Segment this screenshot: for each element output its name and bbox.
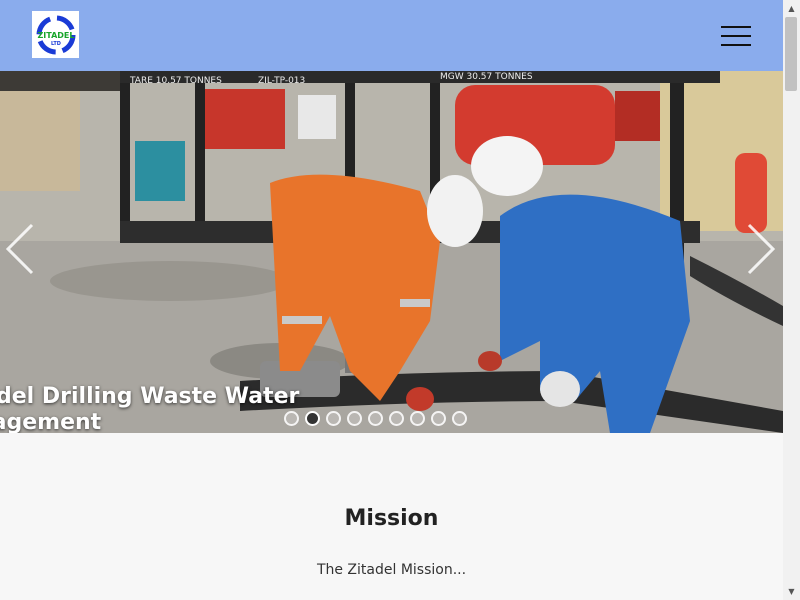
hamburger-menu-button[interactable] [716,22,756,50]
slider-dot[interactable] [305,411,320,426]
slider-dot[interactable] [284,411,299,426]
slider-next-button[interactable] [743,221,779,277]
chevron-right-icon [747,223,776,275]
slider-dot[interactable] [389,411,404,426]
logo-text: ZITADEL [37,31,74,40]
slider-dot[interactable] [347,411,362,426]
scrollbar-thumb[interactable] [785,17,797,91]
hero-slider: TARE 10.57 TONNES ZIL-TP-013 MGW 30.57 T… [0,71,783,433]
hamburger-menu-icon [721,26,751,28]
mission-heading: Mission [344,506,439,531]
page-scrollbar[interactable]: ▲ ▼ [783,0,800,600]
scroll-down-arrow-icon[interactable]: ▼ [783,583,800,600]
slider-pagination [284,411,467,431]
scroll-up-arrow-icon[interactable]: ▲ [783,0,800,17]
slider-dot[interactable] [410,411,425,426]
sign-mid: ZIL-TP-013 [258,76,305,86]
slider-dot[interactable] [326,411,341,426]
mission-text: The Zitadel Mission... [316,562,467,578]
sign-left: TARE 10.57 TONNES [129,76,222,86]
sign-right: MGW 30.57 TONNES [440,72,533,82]
slide-image: TARE 10.57 TONNES ZIL-TP-013 MGW 30.57 T… [0,71,783,433]
slider-prev-button[interactable] [2,221,38,277]
hamburger-line [721,35,751,37]
slider-dot[interactable] [431,411,446,426]
hamburger-line [721,44,751,46]
slider-dot[interactable] [452,411,467,426]
chevron-left-icon [5,223,34,275]
zitadel-logo-icon: ZITADEL LTD [36,15,75,54]
site-logo[interactable]: ZITADEL LTD [32,11,79,58]
svg-text:LTD: LTD [51,41,61,47]
slide-caption-line1: del Drilling Waste Water [0,384,300,409]
slider-dot[interactable] [368,411,383,426]
site-header: ZITADEL LTD [0,0,783,71]
